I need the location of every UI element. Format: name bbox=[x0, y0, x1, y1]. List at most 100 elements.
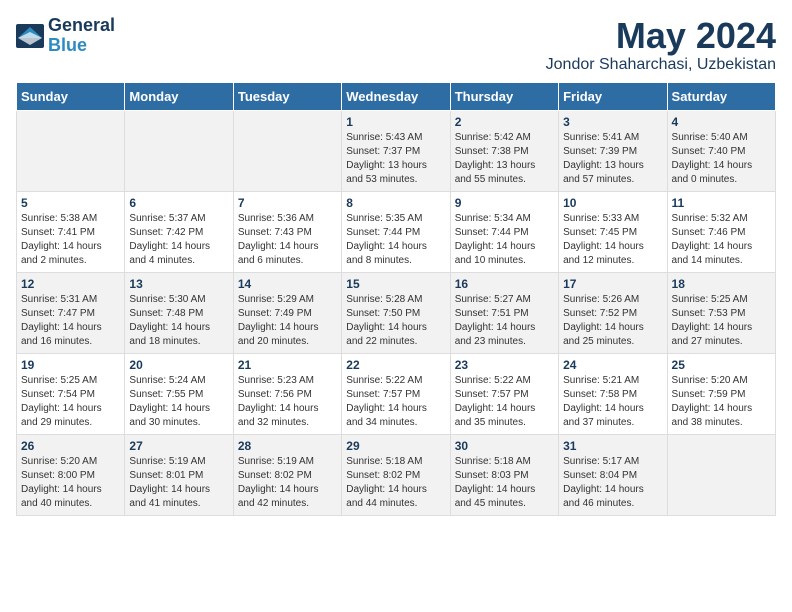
cell-info: Sunrise: 5:26 AMSunset: 7:52 PMDaylight:… bbox=[563, 293, 662, 349]
calendar-cell: 5 Sunrise: 5:38 AMSunset: 7:41 PMDaylight… bbox=[17, 191, 125, 272]
day-number: 25 bbox=[672, 358, 771, 372]
month-title: May 2024 bbox=[546, 16, 776, 56]
calendar-cell: 24 Sunrise: 5:21 AMSunset: 7:58 PMDayligh… bbox=[559, 353, 667, 434]
cell-info: Sunrise: 5:35 AMSunset: 7:44 PMDaylight:… bbox=[346, 212, 445, 268]
calendar-cell: 22 Sunrise: 5:22 AMSunset: 7:57 PMDayligh… bbox=[342, 353, 450, 434]
calendar-week-row: 5 Sunrise: 5:38 AMSunset: 7:41 PMDaylight… bbox=[17, 191, 776, 272]
calendar-table: SundayMondayTuesdayWednesdayThursdayFrid… bbox=[16, 82, 776, 516]
cell-info: Sunrise: 5:24 AMSunset: 7:55 PMDaylight:… bbox=[129, 374, 228, 430]
day-number: 5 bbox=[21, 196, 120, 210]
calendar-cell: 8 Sunrise: 5:35 AMSunset: 7:44 PMDaylight… bbox=[342, 191, 450, 272]
calendar-cell: 26Sunrise: 5:20 AMSunset: 8:00 PMDayligh… bbox=[17, 434, 125, 515]
calendar-cell: 9 Sunrise: 5:34 AMSunset: 7:44 PMDaylight… bbox=[450, 191, 558, 272]
title-block: May 2024 Jondor Shaharchasi, Uzbekistan bbox=[546, 16, 776, 74]
weekday-header-row: SundayMondayTuesdayWednesdayThursdayFrid… bbox=[17, 82, 776, 110]
calendar-cell: 12Sunrise: 5:31 AMSunset: 7:47 PMDayligh… bbox=[17, 272, 125, 353]
weekday-header-saturday: Saturday bbox=[667, 82, 775, 110]
weekday-header-friday: Friday bbox=[559, 82, 667, 110]
calendar-cell: 29Sunrise: 5:18 AMSunset: 8:02 PMDayligh… bbox=[342, 434, 450, 515]
calendar-cell: 21 Sunrise: 5:23 AMSunset: 7:56 PMDayligh… bbox=[233, 353, 341, 434]
cell-info: Sunrise: 5:36 AMSunset: 7:43 PMDaylight:… bbox=[238, 212, 337, 268]
weekday-header-tuesday: Tuesday bbox=[233, 82, 341, 110]
calendar-week-row: 19Sunrise: 5:25 AMSunset: 7:54 PMDayligh… bbox=[17, 353, 776, 434]
cell-info: Sunrise: 5:19 AMSunset: 8:01 PMDaylight:… bbox=[129, 455, 228, 511]
day-number: 3 bbox=[563, 115, 662, 129]
calendar-cell: 14 Sunrise: 5:29 AMSunset: 7:49 PMDayligh… bbox=[233, 272, 341, 353]
cell-info: Sunrise: 5:40 AMSunset: 7:40 PMDaylight:… bbox=[672, 131, 771, 187]
calendar-cell bbox=[17, 110, 125, 191]
day-number: 12 bbox=[21, 277, 120, 291]
cell-info: Sunrise: 5:29 AMSunset: 7:49 PMDaylight:… bbox=[238, 293, 337, 349]
cell-info: Sunrise: 5:22 AMSunset: 7:57 PMDaylight:… bbox=[346, 374, 445, 430]
cell-info: Sunrise: 5:23 AMSunset: 7:56 PMDaylight:… bbox=[238, 374, 337, 430]
logo-text: GeneralBlue bbox=[48, 16, 115, 56]
day-number: 31 bbox=[563, 439, 662, 453]
calendar-cell: 6Sunrise: 5:37 AMSunset: 7:42 PMDaylight… bbox=[125, 191, 233, 272]
cell-info: Sunrise: 5:34 AMSunset: 7:44 PMDaylight:… bbox=[455, 212, 554, 268]
cell-info: Sunrise: 5:20 AMSunset: 7:59 PMDaylight:… bbox=[672, 374, 771, 430]
calendar-cell: 15 Sunrise: 5:28 AMSunset: 7:50 PMDayligh… bbox=[342, 272, 450, 353]
calendar-cell: 11Sunrise: 5:32 AMSunset: 7:46 PMDayligh… bbox=[667, 191, 775, 272]
day-number: 16 bbox=[455, 277, 554, 291]
day-number: 24 bbox=[563, 358, 662, 372]
calendar-cell: 23 Sunrise: 5:22 AMSunset: 7:57 PMDayligh… bbox=[450, 353, 558, 434]
day-number: 18 bbox=[672, 277, 771, 291]
cell-info: Sunrise: 5:33 AMSunset: 7:45 PMDaylight:… bbox=[563, 212, 662, 268]
cell-info: Sunrise: 5:18 AMSunset: 8:02 PMDaylight:… bbox=[346, 455, 445, 511]
calendar-cell: 17 Sunrise: 5:26 AMSunset: 7:52 PMDayligh… bbox=[559, 272, 667, 353]
cell-info: Sunrise: 5:41 AMSunset: 7:39 PMDaylight:… bbox=[563, 131, 662, 187]
calendar-week-row: 12Sunrise: 5:31 AMSunset: 7:47 PMDayligh… bbox=[17, 272, 776, 353]
cell-info: Sunrise: 5:43 AMSunset: 7:37 PMDaylight:… bbox=[346, 131, 445, 187]
cell-info: Sunrise: 5:32 AMSunset: 7:46 PMDaylight:… bbox=[672, 212, 771, 268]
calendar-cell: 16 Sunrise: 5:27 AMSunset: 7:51 PMDayligh… bbox=[450, 272, 558, 353]
calendar-cell bbox=[125, 110, 233, 191]
page-header: GeneralBlue May 2024 Jondor Shaharchasi,… bbox=[16, 16, 776, 74]
calendar-week-row: 26Sunrise: 5:20 AMSunset: 8:00 PMDayligh… bbox=[17, 434, 776, 515]
calendar-cell: 18Sunrise: 5:25 AMSunset: 7:53 PMDayligh… bbox=[667, 272, 775, 353]
cell-info: Sunrise: 5:30 AMSunset: 7:48 PMDaylight:… bbox=[129, 293, 228, 349]
day-number: 10 bbox=[563, 196, 662, 210]
day-number: 23 bbox=[455, 358, 554, 372]
cell-info: Sunrise: 5:25 AMSunset: 7:54 PMDaylight:… bbox=[21, 374, 120, 430]
location-title: Jondor Shaharchasi, Uzbekistan bbox=[546, 56, 776, 74]
calendar-cell: 7 Sunrise: 5:36 AMSunset: 7:43 PMDaylight… bbox=[233, 191, 341, 272]
cell-info: Sunrise: 5:38 AMSunset: 7:41 PMDaylight:… bbox=[21, 212, 120, 268]
calendar-cell: 30 Sunrise: 5:18 AMSunset: 8:03 PMDayligh… bbox=[450, 434, 558, 515]
day-number: 2 bbox=[455, 115, 554, 129]
calendar-cell: 31Sunrise: 5:17 AMSunset: 8:04 PMDayligh… bbox=[559, 434, 667, 515]
day-number: 30 bbox=[455, 439, 554, 453]
cell-info: Sunrise: 5:19 AMSunset: 8:02 PMDaylight:… bbox=[238, 455, 337, 511]
calendar-cell: 28Sunrise: 5:19 AMSunset: 8:02 PMDayligh… bbox=[233, 434, 341, 515]
cell-info: Sunrise: 5:20 AMSunset: 8:00 PMDaylight:… bbox=[21, 455, 120, 511]
day-number: 22 bbox=[346, 358, 445, 372]
calendar-cell: 3 Sunrise: 5:41 AMSunset: 7:39 PMDaylight… bbox=[559, 110, 667, 191]
cell-info: Sunrise: 5:22 AMSunset: 7:57 PMDaylight:… bbox=[455, 374, 554, 430]
calendar-cell: 1 Sunrise: 5:43 AMSunset: 7:37 PMDaylight… bbox=[342, 110, 450, 191]
day-number: 14 bbox=[238, 277, 337, 291]
cell-info: Sunrise: 5:21 AMSunset: 7:58 PMDaylight:… bbox=[563, 374, 662, 430]
weekday-header-sunday: Sunday bbox=[17, 82, 125, 110]
day-number: 13 bbox=[129, 277, 228, 291]
calendar-cell bbox=[233, 110, 341, 191]
day-number: 1 bbox=[346, 115, 445, 129]
day-number: 8 bbox=[346, 196, 445, 210]
calendar-cell bbox=[667, 434, 775, 515]
day-number: 4 bbox=[672, 115, 771, 129]
day-number: 20 bbox=[129, 358, 228, 372]
calendar-week-row: 1 Sunrise: 5:43 AMSunset: 7:37 PMDaylight… bbox=[17, 110, 776, 191]
day-number: 17 bbox=[563, 277, 662, 291]
calendar-cell: 20 Sunrise: 5:24 AMSunset: 7:55 PMDayligh… bbox=[125, 353, 233, 434]
day-number: 7 bbox=[238, 196, 337, 210]
weekday-header-wednesday: Wednesday bbox=[342, 82, 450, 110]
cell-info: Sunrise: 5:42 AMSunset: 7:38 PMDaylight:… bbox=[455, 131, 554, 187]
day-number: 9 bbox=[455, 196, 554, 210]
day-number: 27 bbox=[129, 439, 228, 453]
calendar-cell: 2 Sunrise: 5:42 AMSunset: 7:38 PMDaylight… bbox=[450, 110, 558, 191]
cell-info: Sunrise: 5:28 AMSunset: 7:50 PMDaylight:… bbox=[346, 293, 445, 349]
day-number: 15 bbox=[346, 277, 445, 291]
day-number: 6 bbox=[129, 196, 228, 210]
cell-info: Sunrise: 5:27 AMSunset: 7:51 PMDaylight:… bbox=[455, 293, 554, 349]
day-number: 21 bbox=[238, 358, 337, 372]
cell-info: Sunrise: 5:18 AMSunset: 8:03 PMDaylight:… bbox=[455, 455, 554, 511]
calendar-cell: 10 Sunrise: 5:33 AMSunset: 7:45 PMDayligh… bbox=[559, 191, 667, 272]
